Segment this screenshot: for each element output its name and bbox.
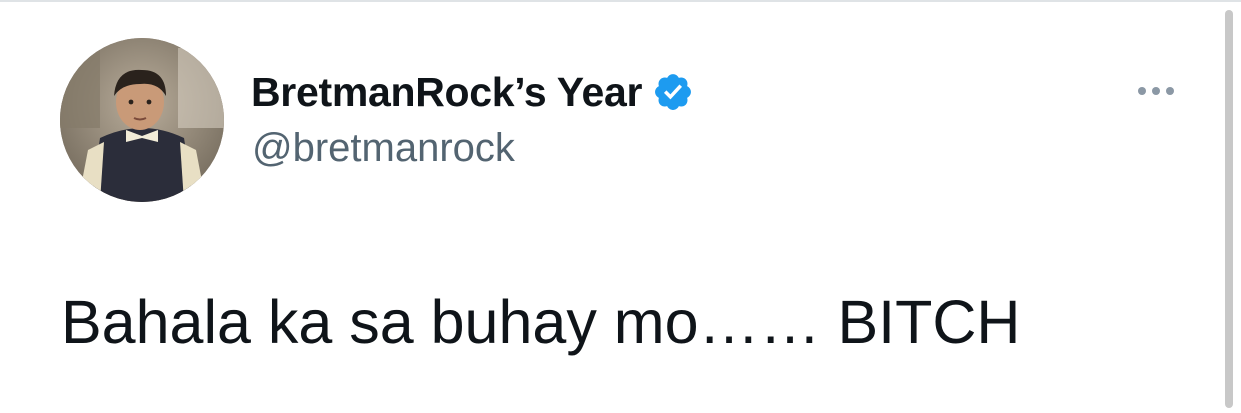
verified-badge-icon — [652, 71, 694, 113]
tweet-card[interactable]: BretmanRock’s Year @bretmanrock Bahala k… — [0, 2, 1215, 413]
avatar[interactable] — [60, 38, 224, 202]
more-options-button[interactable] — [1124, 76, 1188, 106]
scrollbar[interactable] — [1225, 10, 1233, 408]
ellipsis-icon — [1152, 87, 1160, 95]
avatar-photo — [60, 38, 224, 202]
ellipsis-icon — [1138, 87, 1146, 95]
ellipsis-icon — [1166, 87, 1174, 95]
author-handle[interactable]: @bretmanrock — [252, 126, 515, 171]
author-name-row[interactable]: BretmanRock’s Year — [251, 66, 694, 118]
tweet-text: Bahala ka sa buhay mo…… BITCH — [61, 288, 1021, 356]
display-name[interactable]: BretmanRock’s Year — [251, 69, 642, 116]
